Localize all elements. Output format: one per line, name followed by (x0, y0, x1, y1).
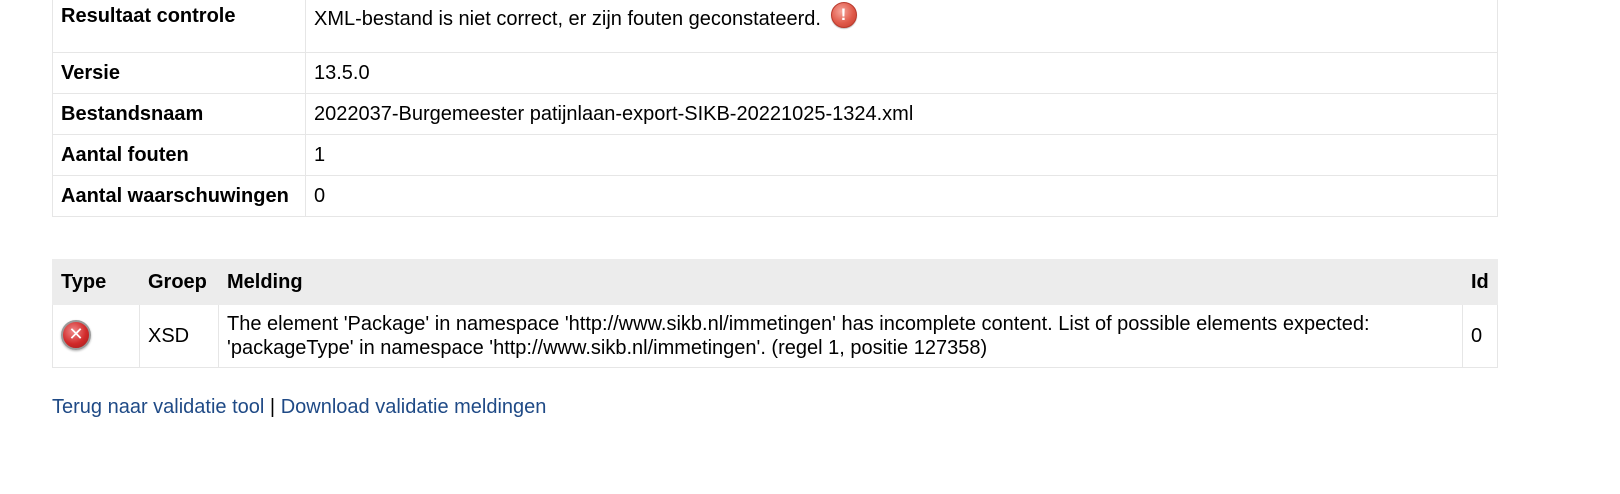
message-text: The element 'Package' in namespace 'http… (218, 304, 1463, 368)
result-text: XML-bestand is niet correct, er zijn fou… (314, 8, 821, 30)
summary-row-warnings: Aantal waarschuwingen 0 (52, 175, 1498, 217)
summary-value: 13.5.0 (305, 52, 1498, 94)
messages-table: Type Groep Melding Id ✕ XSD The element … (52, 259, 1498, 368)
summary-value: 0 (305, 175, 1498, 217)
validation-result-page: Resultaat controle XML-bestand is niet c… (0, 0, 1620, 494)
column-header-type: Type (52, 259, 140, 305)
warning-icon: ! (830, 2, 857, 28)
summary-row-version: Versie 13.5.0 (52, 52, 1498, 94)
summary-label: Bestandsnaam (52, 93, 306, 135)
messages-header-row: Type Groep Melding Id (52, 259, 1498, 305)
summary-value: 1 (305, 134, 1498, 176)
summary-row-errors: Aantal fouten 1 (52, 134, 1498, 176)
table-row: ✕ XSD The element 'Package' in namespace… (52, 304, 1498, 368)
message-id: 0 (1462, 304, 1498, 368)
link-separator: | (269, 396, 276, 418)
footer-links: Terug naar validatie tool | Download val… (52, 395, 546, 419)
column-header-groep: Groep (139, 259, 219, 305)
summary-label: Aantal fouten (52, 134, 306, 176)
summary-label: Resultaat controle (52, 0, 306, 53)
column-header-melding: Melding (218, 259, 1463, 305)
download-validation-messages-link[interactable]: Download validatie meldingen (281, 396, 547, 418)
summary-value: 2022037-Burgemeester patijnlaan-export-S… (305, 93, 1498, 135)
summary-row-result: Resultaat controle XML-bestand is niet c… (52, 0, 1498, 53)
summary-table: Resultaat controle XML-bestand is niet c… (52, 0, 1498, 217)
column-header-id: Id (1462, 259, 1498, 305)
message-groep: XSD (139, 304, 219, 368)
message-type-cell: ✕ (52, 304, 140, 368)
error-icon: ✕ (61, 320, 91, 350)
summary-value-result: XML-bestand is niet correct, er zijn fou… (305, 0, 1498, 53)
summary-label: Aantal waarschuwingen (52, 175, 306, 217)
summary-label: Versie (52, 52, 306, 94)
summary-row-filename: Bestandsnaam 2022037-Burgemeester patijn… (52, 93, 1498, 135)
back-to-validation-tool-link[interactable]: Terug naar validatie tool (52, 396, 264, 418)
